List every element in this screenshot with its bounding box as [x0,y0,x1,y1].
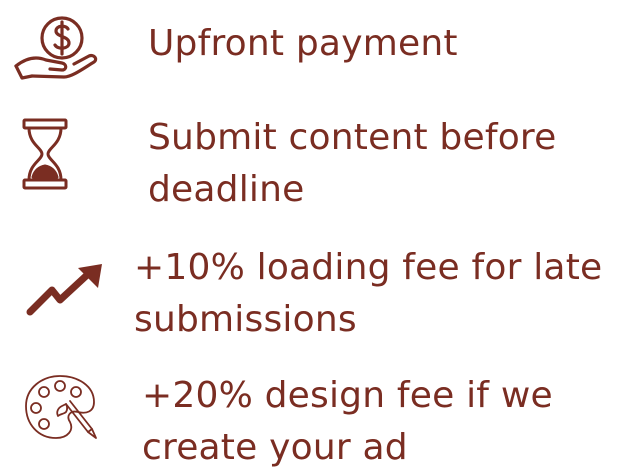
list-item-upfront-payment: Upfront payment [0,0,632,92]
paint-palette-icon [22,372,98,442]
item-text-line: deadline [148,169,305,210]
item-text-line: create your ad [142,427,408,468]
item-text: +10% loading fee for late submissions [134,242,602,346]
item-text-line: Upfront payment [148,23,458,64]
list-item-design-fee: +20% design fee if we create your ad [0,366,632,470]
item-text-line: submissions [134,299,357,340]
item-text: Upfront payment [148,18,458,70]
list-item-late-fee: +10% loading fee for late submissions [0,240,632,350]
list-item-submit-content: Submit content before deadline [0,110,632,220]
item-text: +20% design fee if we create your ad [142,370,553,474]
trend-up-arrow-icon [26,262,106,318]
item-text-line: +20% design fee if we [142,375,553,416]
item-text-line: Submit content before [148,117,557,158]
item-text-line: +10% loading fee for late [134,247,603,288]
item-text: Submit content before deadline [148,112,556,216]
money-hand-icon [12,10,100,82]
hourglass-icon [22,118,68,190]
